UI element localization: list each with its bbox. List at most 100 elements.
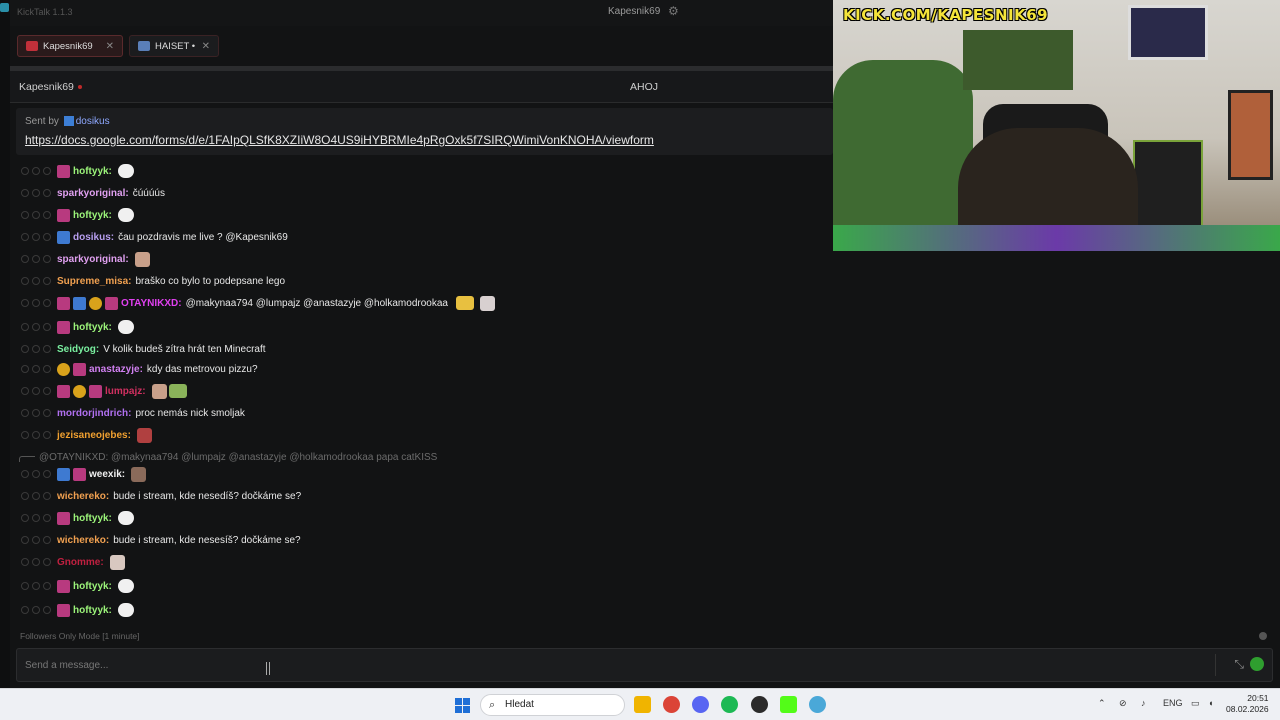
channel-name[interactable]: Kapesnik69 [19, 81, 82, 93]
chat-username[interactable]: sparkyoriginal: [57, 254, 129, 265]
mod-actions[interactable] [21, 233, 51, 241]
search-icon: ⌕ [489, 699, 496, 711]
chat-message: Seidyog: V kolik budeš zítra hrát ten Mi… [10, 339, 833, 359]
chat-username[interactable]: hoftyyk: [73, 581, 112, 592]
tab-kapesnik69[interactable]: Kapesnik69 ✕ [17, 35, 123, 57]
mic-icon[interactable]: ♪ [1141, 698, 1146, 708]
app-corner-icon [0, 3, 9, 12]
display-icon[interactable]: ▭ [1191, 698, 1200, 709]
mod-actions[interactable] [21, 431, 51, 439]
message-input[interactable] [25, 657, 1175, 673]
emote-picker-icon[interactable] [1250, 657, 1264, 671]
emote-icon [117, 579, 134, 593]
reply-preview[interactable]: @OTAYNIKXD: @makynaa794 @lumpajz @anasta… [19, 449, 437, 465]
mod-actions[interactable] [21, 470, 51, 478]
chevron-up-icon[interactable]: ⌃ [1098, 698, 1106, 709]
obs-icon[interactable] [751, 696, 768, 713]
chat-message: hoftyyk: [10, 161, 833, 181]
moderator-badge-icon [73, 296, 86, 310]
message-composer: ⤡ [16, 648, 1273, 682]
chat-message: OTAYNIKXD: @makynaa794 @lumpajz @anastaz… [10, 293, 833, 313]
mod-actions[interactable] [21, 558, 51, 566]
pinned-link[interactable]: https://docs.google.com/forms/d/e/1FAIpQ… [25, 133, 654, 147]
chat-text: braško co bylo to podepsane lego [135, 275, 286, 287]
mod-actions[interactable] [21, 536, 51, 544]
mod-actions[interactable] [21, 492, 51, 500]
chat-username[interactable]: wichereko: [57, 491, 109, 502]
taskbar-search[interactable]: ⌕ Hledat [480, 694, 625, 716]
stream-hoop [1128, 5, 1208, 60]
stream-preview[interactable]: KICK.COM/KAPESNIK69 [833, 0, 1280, 251]
discord-icon[interactable] [692, 696, 709, 713]
chat-username[interactable]: Seidyog: [57, 344, 99, 355]
kick-icon[interactable] [780, 696, 797, 713]
chat-username[interactable]: sparkyoriginal: [57, 188, 129, 199]
language-indicator[interactable]: ENG [1163, 698, 1183, 708]
chat-username[interactable]: mordorjindrich: [57, 408, 131, 419]
close-icon[interactable]: ✕ [202, 41, 210, 52]
chat-username[interactable]: hoftyyk: [73, 605, 112, 616]
mod-actions[interactable] [21, 387, 51, 395]
chat-message: Supreme_misa: braško co bylo to podepsan… [10, 271, 833, 291]
windows-start-icon[interactable] [455, 698, 470, 713]
chat-username[interactable]: hoftyyk: [73, 322, 112, 333]
gear-icon[interactable]: ⚙ [668, 4, 679, 18]
chat-username[interactable]: anastazyje: [89, 364, 143, 375]
chat-message: Gnomme: [10, 552, 833, 572]
mod-actions[interactable] [21, 189, 51, 197]
emote-icon [117, 320, 134, 334]
spotify-icon[interactable] [721, 696, 738, 713]
volume-icon[interactable]: ◖ [1208, 698, 1213, 708]
chat-text: bude i stream, kde nesesíš? dočkáme se? [113, 534, 301, 546]
chat-username[interactable]: hoftyyk: [73, 166, 112, 177]
mod-actions[interactable] [21, 606, 51, 614]
chat-text: kdy das metrovou pizzu? [146, 363, 258, 375]
network-icon[interactable]: ⊘ [1119, 698, 1127, 709]
subscriber-badge-icon [57, 384, 70, 398]
mod-actions[interactable] [21, 167, 51, 175]
text-cursor-icon [266, 662, 270, 675]
chat-message: sparkyoriginal: čúúúús [10, 183, 833, 203]
subscriber-badge-icon [105, 296, 118, 310]
close-icon[interactable]: ✕ [106, 41, 114, 52]
chat-username[interactable]: dosikus: [73, 232, 114, 243]
current-user[interactable]: Kapesnik69 [608, 6, 660, 17]
title-bar: KickTalk 1.1.3 Kapesnik69 ⚙ [10, 0, 833, 26]
mod-actions[interactable] [21, 299, 51, 307]
live-dot-icon [77, 85, 82, 90]
mod-actions[interactable] [21, 323, 51, 331]
mod-actions[interactable] [21, 582, 51, 590]
kicktalk-icon[interactable] [809, 696, 826, 713]
mod-actions[interactable] [21, 255, 51, 263]
chat-username[interactable]: Supreme_misa: [57, 276, 131, 287]
translate-icon[interactable]: ⤡ [1234, 657, 1244, 672]
mod-actions[interactable] [21, 345, 51, 353]
file-explorer-icon[interactable] [634, 696, 651, 713]
clock[interactable]: 20:51 08.02.2026 [1226, 693, 1269, 715]
chat-username[interactable]: Gnomme: [57, 557, 104, 568]
mod-actions[interactable] [21, 514, 51, 522]
chrome-icon[interactable] [663, 696, 680, 713]
mod-actions[interactable] [21, 211, 51, 219]
chat-message: hoftyyk: [10, 600, 833, 620]
divider [1215, 654, 1216, 676]
mod-actions[interactable] [21, 365, 51, 373]
chat-username[interactable]: weexik: [89, 469, 125, 480]
tab-haiset[interactable]: HAISET • ✕ [129, 35, 219, 57]
mod-actions[interactable] [21, 277, 51, 285]
info-icon[interactable] [1259, 632, 1267, 640]
emote-icon [479, 295, 495, 311]
chat-username[interactable]: lumpajz: [105, 386, 146, 397]
pinned-user[interactable]: dosikus [76, 116, 110, 127]
chat-username[interactable]: wichereko: [57, 535, 109, 546]
gift-badge-icon [73, 384, 86, 398]
chat-username[interactable]: OTAYNIKXD: [121, 298, 182, 309]
mod-actions[interactable] [21, 409, 51, 417]
chat-username[interactable]: hoftyyk: [73, 513, 112, 524]
chat-username[interactable]: jezisaneojebes: [57, 430, 131, 441]
chat-message: anastazyje: kdy das metrovou pizzu? [10, 359, 833, 379]
chat-message: hoftyyk: [10, 205, 833, 225]
chat-username[interactable]: hoftyyk: [73, 210, 112, 221]
chat-message: lumpajz: [10, 381, 833, 401]
reply-arrow-icon [19, 456, 35, 462]
